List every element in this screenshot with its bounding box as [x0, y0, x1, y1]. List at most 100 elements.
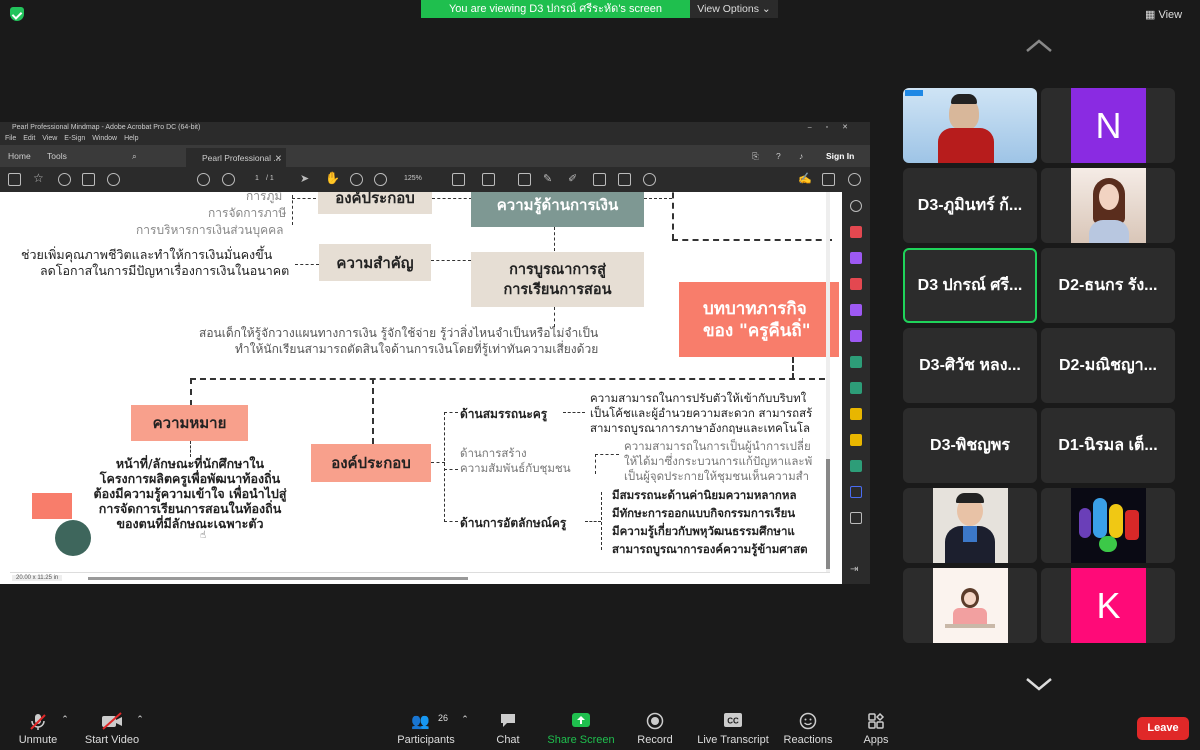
participant-tile-photo-cartoon[interactable]: [903, 568, 1037, 643]
keyboard-icon[interactable]: [482, 173, 495, 186]
view-options-button[interactable]: View Options ⌄: [690, 0, 778, 18]
rotate-icon[interactable]: [643, 173, 656, 186]
help-icon[interactable]: ?: [776, 151, 781, 161]
page-up-icon[interactable]: [197, 173, 210, 186]
meaning-line-4: การจัดการเรียนการสอนในท้องถิ่น: [98, 501, 282, 516]
comment-icon[interactable]: [518, 173, 531, 186]
window-controls[interactable]: –▫✕: [808, 122, 862, 133]
zoom-tool-icon[interactable]: [850, 200, 862, 212]
host-shirt: [938, 128, 994, 163]
scan-icon[interactable]: [850, 382, 862, 394]
participant-tile-photo-grad[interactable]: [903, 488, 1037, 563]
pen-icon[interactable]: ✎: [543, 172, 556, 185]
hand-icon[interactable]: ✋: [325, 171, 340, 185]
highlight-icon[interactable]: ✐: [568, 172, 581, 185]
tab-document[interactable]: Pearl Professional ... ✕: [186, 148, 286, 167]
save-icon[interactable]: [8, 173, 21, 186]
menu-file[interactable]: File: [5, 135, 16, 142]
page-number-input[interactable]: 1: [255, 175, 259, 182]
participant-tile-photo-girl[interactable]: [1041, 168, 1175, 243]
sign-tool-icon[interactable]: [850, 330, 862, 342]
chat-button[interactable]: Chat: [488, 706, 528, 750]
shared-acrobat-window[interactable]: Pearl Professional Mindmap - Adobe Acrob…: [0, 122, 870, 584]
create-pdf-icon[interactable]: [850, 252, 862, 264]
participant-tile-3[interactable]: D3-ภูมินทร์ ก้...: [903, 168, 1037, 243]
more-tools-icon[interactable]: [850, 512, 862, 524]
close-icon[interactable]: ✕: [275, 153, 282, 164]
organize-icon[interactable]: [850, 356, 862, 368]
menu-window[interactable]: Window: [92, 135, 117, 142]
leave-button[interactable]: Leave: [1137, 717, 1189, 740]
participant-tile-10[interactable]: D1-นิรมล เต็...: [1041, 408, 1175, 483]
video-off-icon: [102, 712, 122, 730]
security-shield-icon[interactable]: [10, 7, 24, 21]
sign-in-button[interactable]: Sign In: [826, 151, 854, 161]
menu-help[interactable]: Help: [124, 135, 138, 142]
unmute-button[interactable]: Unmute: [10, 706, 66, 750]
zoom-level[interactable]: 125%: [404, 175, 422, 182]
export-pdf-icon[interactable]: [850, 226, 862, 238]
photo-body: [1089, 220, 1129, 243]
upload-icon[interactable]: [58, 173, 71, 186]
edit-pdf-icon[interactable]: [850, 304, 862, 316]
participant-tile-n[interactable]: N: [1041, 88, 1175, 163]
zoom-in-icon[interactable]: [374, 173, 387, 186]
fill-sign-icon[interactable]: [850, 408, 862, 420]
participants-chevron-icon[interactable]: ⌃: [458, 714, 472, 728]
share-screen-button[interactable]: Share Screen: [545, 706, 617, 750]
horizontal-scroll-thumb[interactable]: [88, 577, 468, 580]
sign-icon[interactable]: ✍: [798, 172, 812, 185]
integration-line-1: การบูรณาการสู่: [509, 261, 606, 278]
participant-tile-k[interactable]: K: [1041, 568, 1175, 643]
print-production-icon[interactable]: [850, 460, 862, 472]
tab-tools[interactable]: Tools: [47, 151, 67, 161]
live-transcript-button[interactable]: CC Live Transcript: [693, 706, 773, 750]
protect-icon[interactable]: [850, 486, 862, 498]
start-video-button[interactable]: Start Video: [82, 706, 142, 750]
live-transcript-label: Live Transcript: [697, 734, 769, 746]
participant-tile-7[interactable]: D3-ศิวัช หลง...: [903, 328, 1037, 403]
star-icon[interactable]: ☆: [33, 171, 46, 185]
audio-options-chevron-icon[interactable]: ⌃: [58, 714, 72, 728]
email-icon[interactable]: [822, 173, 835, 186]
video-options-chevron-icon[interactable]: ⌃: [133, 714, 147, 728]
hand-cursor-icon: ☝: [200, 530, 207, 541]
apps-button[interactable]: Apps: [855, 706, 897, 750]
cc-icon: CC: [724, 713, 742, 727]
participant-tile-active-speaker[interactable]: D3 ปกรณ์ ศรี...: [903, 248, 1037, 323]
participant-tile-6[interactable]: D2-ธนกร รัง...: [1041, 248, 1175, 323]
tab-home[interactable]: Home: [8, 151, 31, 161]
combine-icon[interactable]: [850, 278, 862, 290]
record-button[interactable]: Record: [630, 706, 680, 750]
account-icon[interactable]: [848, 173, 861, 186]
reactions-button[interactable]: Reactions: [780, 706, 836, 750]
participants-button[interactable]: 👥 26 Participants: [393, 706, 459, 750]
collapse-rail-icon[interactable]: ⇥: [850, 564, 862, 576]
connector: [444, 412, 458, 413]
delete-icon[interactable]: [618, 173, 631, 186]
zoom-out-icon[interactable]: [350, 173, 363, 186]
menu-edit[interactable]: Edit: [23, 135, 35, 142]
search-icon[interactable]: ⌕: [132, 151, 137, 162]
page-down-icon[interactable]: [222, 173, 235, 186]
zoom-search-icon[interactable]: [107, 173, 120, 186]
participant-tile-video[interactable]: [903, 88, 1037, 163]
participant-tile-9[interactable]: D3-พิชญพร: [903, 408, 1037, 483]
participant-tile-photo-movie[interactable]: [1041, 488, 1175, 563]
connector: [792, 357, 794, 379]
menu-view[interactable]: View: [42, 135, 57, 142]
bell-icon[interactable]: ♪: [799, 151, 803, 161]
print-icon[interactable]: [82, 173, 95, 186]
comment-tool-icon[interactable]: [850, 434, 862, 446]
menu-esign[interactable]: E-Sign: [64, 135, 85, 142]
participant-tile-8[interactable]: D2-มณิชญา...: [1041, 328, 1175, 403]
stamp-icon[interactable]: [593, 173, 606, 186]
share-icon[interactable]: ⎘: [752, 151, 759, 162]
fit-page-icon[interactable]: [452, 173, 465, 186]
cursor-icon[interactable]: ➤: [300, 172, 313, 185]
gallery-up-arrow-icon[interactable]: [1025, 38, 1053, 54]
vertical-scroll-thumb[interactable]: [826, 459, 830, 569]
connector: [585, 521, 601, 522]
view-button[interactable]: ▦ View: [1145, 8, 1182, 21]
gallery-down-arrow-icon[interactable]: [1025, 676, 1053, 692]
